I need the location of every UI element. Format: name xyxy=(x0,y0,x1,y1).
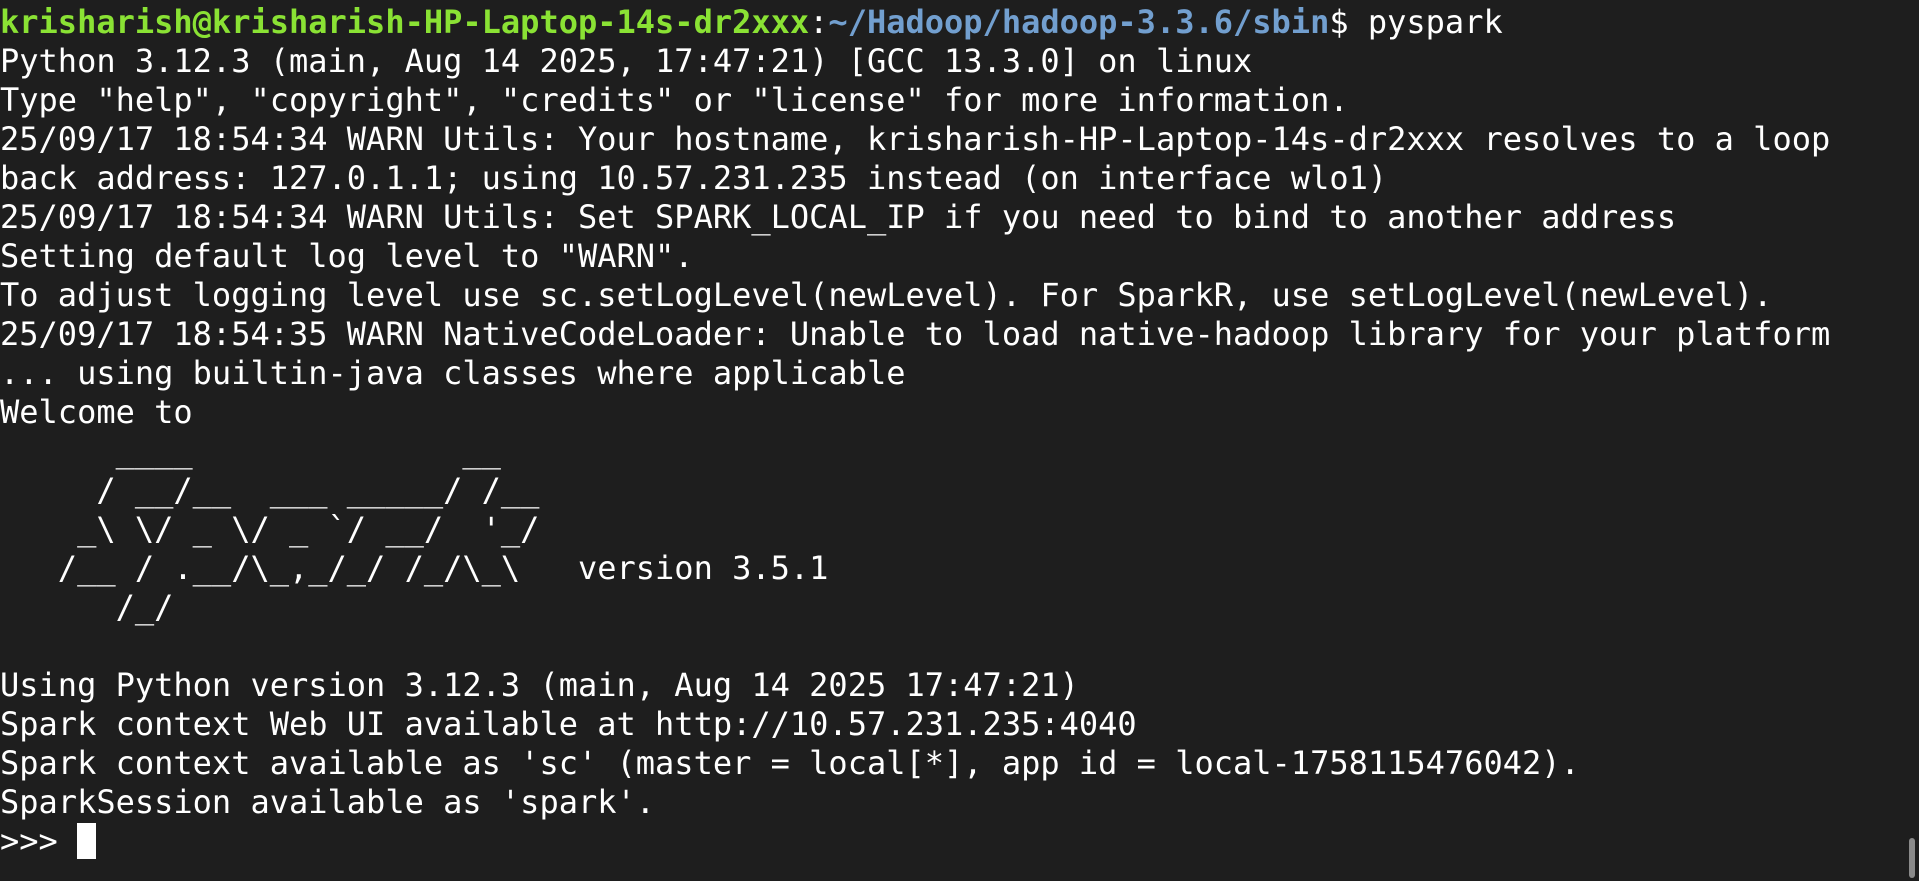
prompt-path: ~/Hadoop/hadoop-3.3.6/sbin xyxy=(828,3,1330,41)
repl-prompt: >>> xyxy=(0,822,78,860)
prompt-user-host: krisharish@krisharish-HP-Laptop-14s-dr2x… xyxy=(0,3,810,41)
output-line: Python 3.12.3 (main, Aug 14 2025, 17:47:… xyxy=(0,42,1253,80)
scrollbar-thumb[interactable] xyxy=(1909,838,1915,878)
output-line: back address: 127.0.1.1; using 10.57.231… xyxy=(0,159,1388,197)
shell-prompt-line: krisharish@krisharish-HP-Laptop-14s-dr2x… xyxy=(0,3,1919,42)
prompt-dollar: $ xyxy=(1329,3,1349,41)
output-line: To adjust logging level use sc.setLogLev… xyxy=(0,276,1773,314)
spark-logo-line: _\ \/ _ \/ _ `/ __/ '_/ xyxy=(0,510,540,548)
spark-logo-line: / __/__ ___ _____/ /__ xyxy=(0,471,540,509)
spark-logo-line: ____ __ xyxy=(0,432,501,470)
output-line: Setting default log level to "WARN". xyxy=(0,237,694,275)
spark-logo-version-line: /__ / .__/\_,_/_/ /_/\_\ version 3.5.1 xyxy=(0,549,829,587)
prompt-command: pyspark xyxy=(1348,3,1503,41)
repl-input-line[interactable]: >>> xyxy=(0,822,1919,861)
output-line: Using Python version 3.12.3 (main, Aug 1… xyxy=(0,666,1079,704)
output-line: Spark context Web UI available at http:/… xyxy=(0,705,1137,743)
output-line: Welcome to xyxy=(0,393,193,431)
output-line: 25/09/17 18:54:35 WARN NativeCodeLoader:… xyxy=(0,315,1831,353)
output-line: Type "help", "copyright", "credits" or "… xyxy=(0,81,1349,119)
terminal-window[interactable]: krisharish@krisharish-HP-Laptop-14s-dr2x… xyxy=(0,0,1919,881)
output-line: Spark context available as 'sc' (master … xyxy=(0,744,1580,782)
output-line: 25/09/17 18:54:34 WARN Utils: Set SPARK_… xyxy=(0,198,1677,236)
spark-logo-line: /_/ xyxy=(0,588,174,626)
text-cursor xyxy=(77,823,97,859)
output-line: ... using builtin-java classes where app… xyxy=(0,354,906,392)
output-line: 25/09/17 18:54:34 WARN Utils: Your hostn… xyxy=(0,120,1831,158)
prompt-colon: : xyxy=(809,3,829,41)
output-line: SparkSession available as 'spark'. xyxy=(0,783,656,821)
